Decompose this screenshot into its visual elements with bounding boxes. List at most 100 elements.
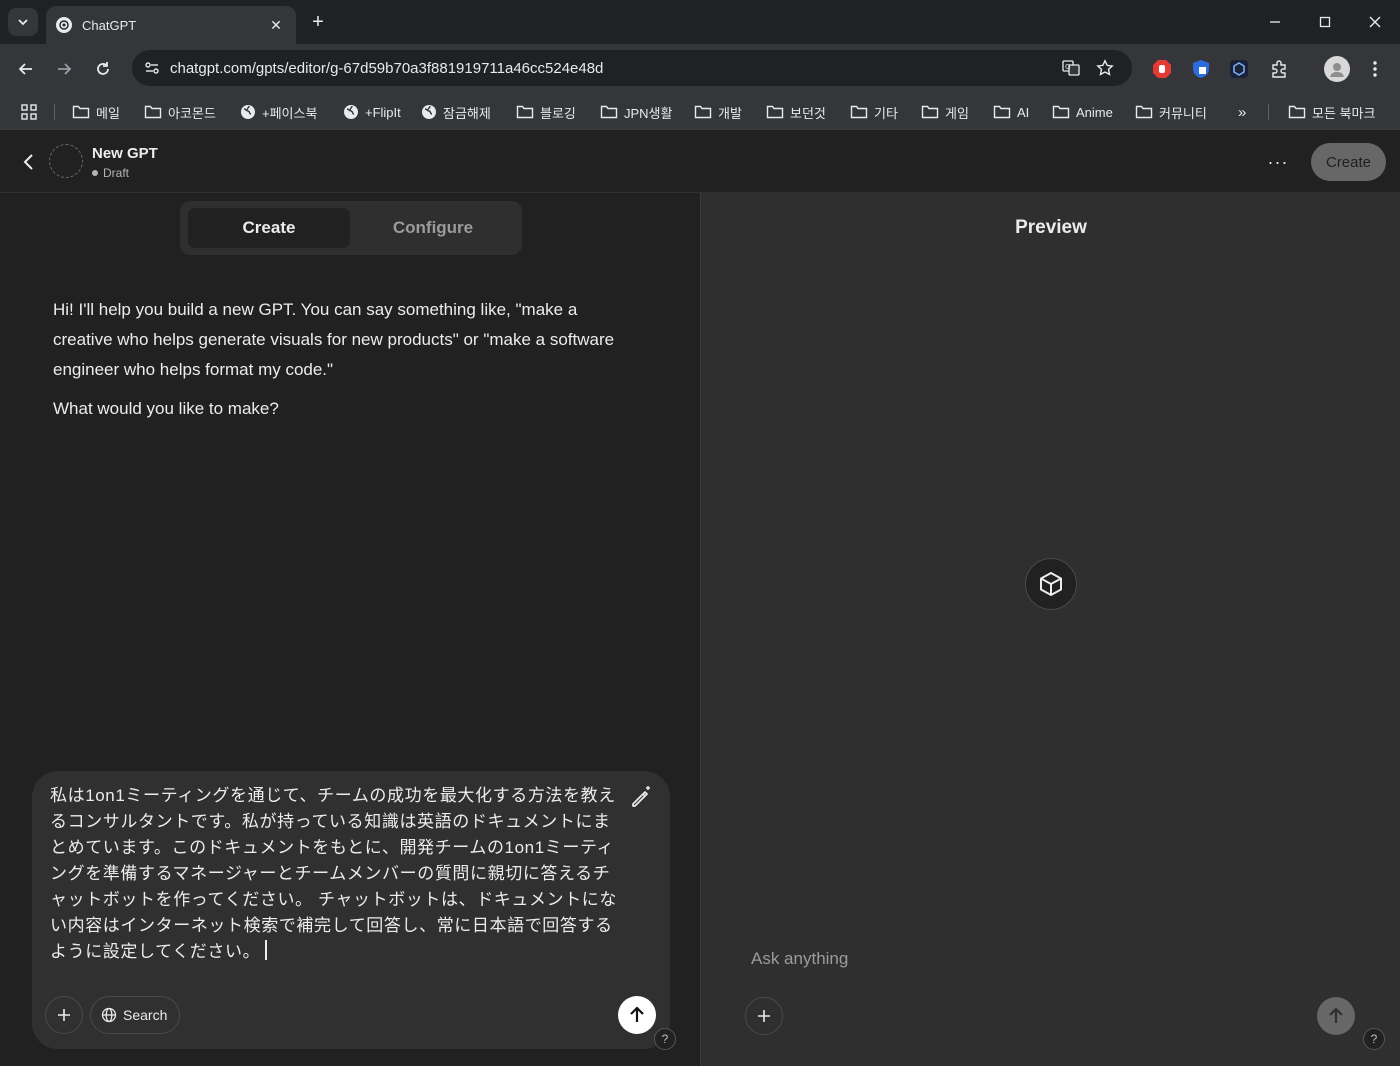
close-icon [1369, 16, 1381, 28]
apps-grid-button[interactable] [20, 100, 44, 124]
bookmark-label: 메일 [96, 105, 120, 121]
tab-configure[interactable]: Configure [352, 208, 514, 248]
bookmark-label: +FlipIt [365, 104, 401, 120]
plus-icon [758, 1010, 770, 1022]
bookmark-label: 게임 [945, 105, 969, 121]
bookmark-folder[interactable]: 개발 [694, 100, 742, 124]
browser-toolbar: chatgpt.com/gpts/editor/g-67d59b70a3f881… [0, 44, 1400, 94]
browser-menu-icon[interactable] [1363, 57, 1387, 81]
bookmark-folder[interactable]: 메일 [72, 100, 120, 124]
gpt-placeholder-badge [1025, 558, 1077, 610]
magic-wand-icon[interactable] [628, 783, 654, 809]
preview-help-button[interactable]: ? [1363, 1028, 1385, 1050]
forward-nav-button[interactable] [50, 55, 78, 83]
back-button[interactable] [14, 148, 42, 176]
url-text[interactable]: chatgpt.com/gpts/editor/g-67d59b70a3f881… [170, 60, 1054, 77]
status-label: Draft [103, 166, 130, 180]
folder-icon [993, 104, 1017, 120]
bookmark-folder[interactable]: 아코몬드 [144, 100, 216, 124]
all-bookmarks-folder[interactable]: 모든 북마크 [1288, 100, 1375, 124]
bookmark-link[interactable]: 잠금해제 [421, 100, 491, 124]
extensions-puzzle-icon[interactable] [1267, 57, 1291, 81]
address-bar[interactable]: chatgpt.com/gpts/editor/g-67d59b70a3f881… [132, 50, 1132, 86]
bookmark-star-icon[interactable] [1088, 59, 1122, 77]
search-toggle-button[interactable]: Search [90, 996, 181, 1034]
bookmark-folder[interactable]: 커뮤니티 [1135, 100, 1207, 124]
arrow-up-icon [630, 1006, 644, 1022]
reload-icon [97, 62, 109, 75]
bookmark-folder[interactable]: AI [993, 100, 1029, 124]
reload-button[interactable] [89, 55, 117, 83]
attach-button[interactable] [45, 996, 83, 1034]
preview-attach-button[interactable] [745, 997, 783, 1035]
cube-icon [1040, 572, 1062, 596]
bookmarks-divider [54, 104, 55, 120]
folder-icon [1288, 105, 1306, 119]
minimize-window-button[interactable] [1250, 0, 1300, 44]
tab-title: ChatGPT [82, 17, 137, 33]
preview-send-button[interactable] [1317, 997, 1355, 1035]
arrow-left-icon [18, 63, 32, 75]
send-button[interactable] [618, 996, 656, 1034]
site-settings-icon[interactable] [134, 60, 170, 76]
more-options-button[interactable]: ··· [1264, 150, 1292, 174]
bookmark-folder[interactable]: 블로깅 [516, 100, 576, 124]
folder-icon [600, 104, 624, 120]
arrow-right-icon [58, 63, 72, 75]
tab-search-button[interactable] [8, 8, 38, 36]
bookmark-link[interactable]: +FlipIt [343, 100, 401, 124]
profile-avatar[interactable] [1324, 56, 1350, 82]
globe-icon [343, 104, 365, 120]
tab-close-icon[interactable]: ✕ [266, 17, 286, 34]
bookmarks-bar: 메일 아코몬드 +페이스북 +FlipIt 잠금해제 블로깅 JPN생활 개발 보던것 기타 게임 A… [0, 94, 1400, 130]
bookmark-label: 개발 [718, 105, 742, 121]
assistant-message: Hi! I'll help you build a new GPT. You c… [53, 295, 633, 433]
composer-input-text: 私は1on1ミーティングを通じて、チームの成功を最大化する方法を教えるコンサルタ… [50, 786, 617, 961]
folder-icon [1052, 104, 1076, 120]
mode-switcher: Create Configure [180, 201, 522, 255]
bookmark-label: 블로깅 [540, 105, 576, 121]
translate-icon[interactable]: G [1054, 59, 1088, 77]
bookmarks-overflow-button[interactable]: » [1238, 100, 1246, 124]
adblock-extension-icon[interactable] [1150, 57, 1174, 81]
bookmark-link[interactable]: +페이스북 [240, 100, 317, 124]
bookmark-folder[interactable]: 게임 [921, 100, 969, 124]
chevron-left-icon [23, 154, 33, 170]
folder-icon [694, 104, 718, 120]
help-button[interactable]: ? [654, 1028, 676, 1050]
dev-extension-icon[interactable] [1227, 57, 1251, 81]
folder-icon [766, 104, 790, 120]
security-extension-icon[interactable] [1189, 57, 1213, 81]
bookmark-label: 기타 [874, 105, 898, 121]
back-nav-button[interactable] [12, 55, 40, 83]
bookmark-folder[interactable]: 기타 [850, 100, 898, 124]
new-tab-button[interactable]: + [306, 10, 330, 34]
minimize-icon [1270, 21, 1280, 23]
globe-icon [421, 104, 443, 120]
tab-create[interactable]: Create [188, 208, 350, 248]
create-button[interactable]: Create [1311, 143, 1386, 181]
bookmark-label: 잠금해제 [443, 105, 491, 121]
maximize-window-button[interactable] [1300, 0, 1350, 44]
composer-input[interactable]: 私は1on1ミーティングを通じて、チームの成功を最大化する方法を教えるコンサルタ… [50, 783, 622, 965]
bookmark-label: Anime [1076, 104, 1113, 120]
bookmark-folder[interactable]: Anime [1052, 100, 1113, 124]
bookmark-label: +페이스북 [262, 105, 318, 121]
bookmark-label: AI [1017, 104, 1030, 120]
chatgpt-favicon-icon [56, 17, 72, 33]
bookmark-label: 아코몬드 [168, 105, 216, 121]
gpt-editor-page: New GPT Draft ··· Create Create Configur… [0, 130, 1400, 1066]
close-window-button[interactable] [1350, 0, 1400, 44]
text-caret [265, 940, 268, 960]
preview-title: Preview [1015, 217, 1087, 238]
gpt-name: New GPT [92, 145, 158, 162]
assistant-message-paragraph: What would you like to make? [53, 399, 279, 418]
bookmark-folder[interactable]: JPN생활 [600, 100, 672, 124]
builder-composer: 私は1on1ミーティングを通じて、チームの成功を最大化する方法を教えるコンサルタ… [32, 771, 676, 1050]
bookmarks-divider [1268, 104, 1269, 120]
bookmark-folder[interactable]: 보던것 [766, 100, 826, 124]
preview-input-placeholder[interactable]: Ask anything [751, 949, 848, 969]
browser-tab-chatgpt[interactable]: ChatGPT ✕ [46, 6, 296, 44]
browser-tabstrip: ChatGPT ✕ + [0, 0, 1400, 44]
builder-pane: Create Configure Hi! I'll help you build… [0, 193, 700, 1066]
